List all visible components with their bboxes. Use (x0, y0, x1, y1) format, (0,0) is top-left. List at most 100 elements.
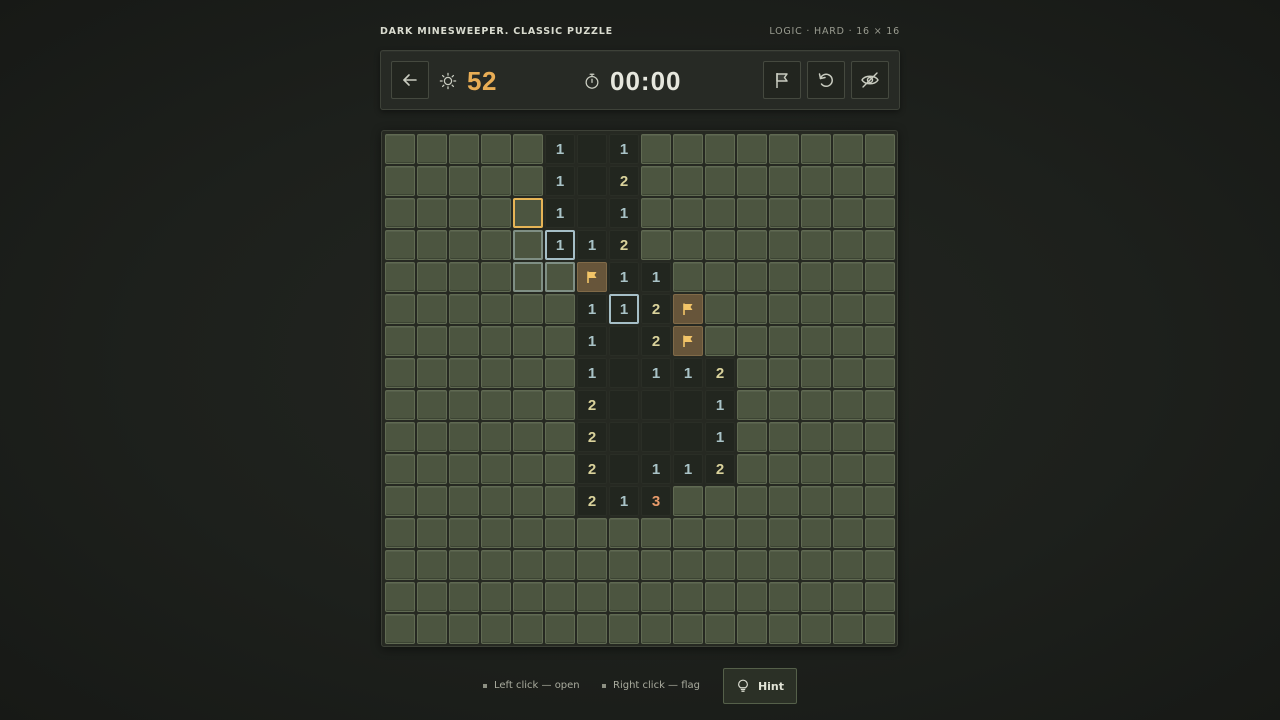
hidden-cell[interactable] (385, 230, 415, 260)
hidden-cell[interactable] (417, 262, 447, 292)
hidden-cell[interactable] (705, 262, 735, 292)
number-cell[interactable]: 1 (609, 198, 639, 228)
hidden-cell[interactable] (833, 454, 863, 484)
hidden-cell[interactable] (577, 582, 607, 612)
hidden-cell[interactable] (449, 262, 479, 292)
hidden-cell[interactable] (481, 198, 511, 228)
hidden-cell[interactable] (705, 294, 735, 324)
hidden-cell[interactable] (417, 614, 447, 644)
hidden-cell[interactable] (385, 454, 415, 484)
toggle-visibility-button[interactable] (851, 61, 889, 99)
empty-cell[interactable] (609, 326, 639, 356)
hidden-cell[interactable] (417, 134, 447, 164)
hidden-cell[interactable] (833, 582, 863, 612)
number-cell[interactable]: 2 (577, 454, 607, 484)
hint-button[interactable]: Hint (723, 668, 797, 704)
hidden-cell[interactable] (513, 198, 543, 228)
number-cell[interactable]: 1 (609, 134, 639, 164)
hidden-cell[interactable] (449, 134, 479, 164)
hidden-cell[interactable] (705, 166, 735, 196)
hidden-cell[interactable] (737, 198, 767, 228)
hidden-cell[interactable] (769, 390, 799, 420)
hidden-cell[interactable] (641, 166, 671, 196)
hidden-cell[interactable] (641, 518, 671, 548)
empty-cell[interactable] (609, 358, 639, 388)
hidden-cell[interactable] (449, 390, 479, 420)
number-cell[interactable]: 1 (609, 294, 639, 324)
number-cell[interactable]: 1 (577, 358, 607, 388)
hidden-cell[interactable] (769, 230, 799, 260)
flagged-cell[interactable] (673, 326, 703, 356)
hidden-cell[interactable] (865, 294, 895, 324)
hidden-cell[interactable] (385, 166, 415, 196)
hidden-cell[interactable] (609, 518, 639, 548)
hidden-cell[interactable] (769, 326, 799, 356)
flagged-cell[interactable] (577, 262, 607, 292)
hidden-cell[interactable] (673, 614, 703, 644)
hidden-cell[interactable] (705, 518, 735, 548)
hidden-cell[interactable] (417, 358, 447, 388)
hidden-cell[interactable] (705, 326, 735, 356)
hidden-cell[interactable] (609, 614, 639, 644)
hidden-cell[interactable] (801, 262, 831, 292)
hidden-cell[interactable] (449, 326, 479, 356)
hidden-cell[interactable] (769, 486, 799, 516)
empty-cell[interactable] (673, 422, 703, 452)
hidden-cell[interactable] (449, 422, 479, 452)
hidden-cell[interactable] (737, 582, 767, 612)
hidden-cell[interactable] (833, 262, 863, 292)
flagged-cell[interactable] (673, 294, 703, 324)
hidden-cell[interactable] (481, 518, 511, 548)
hidden-cell[interactable] (449, 358, 479, 388)
hidden-cell[interactable] (449, 166, 479, 196)
hidden-cell[interactable] (545, 422, 575, 452)
number-cell[interactable]: 1 (545, 198, 575, 228)
hidden-cell[interactable] (385, 198, 415, 228)
hidden-cell[interactable] (833, 358, 863, 388)
hidden-cell[interactable] (609, 582, 639, 612)
hidden-cell[interactable] (385, 422, 415, 452)
hidden-cell[interactable] (737, 326, 767, 356)
hidden-cell[interactable] (417, 294, 447, 324)
hidden-cell[interactable] (673, 198, 703, 228)
hidden-cell[interactable] (833, 390, 863, 420)
hidden-cell[interactable] (673, 134, 703, 164)
hidden-cell[interactable] (577, 550, 607, 580)
hidden-cell[interactable] (865, 486, 895, 516)
number-cell[interactable]: 1 (577, 326, 607, 356)
number-cell[interactable]: 2 (577, 390, 607, 420)
hidden-cell[interactable] (865, 198, 895, 228)
back-button[interactable] (391, 61, 429, 99)
number-cell[interactable]: 2 (577, 422, 607, 452)
hidden-cell[interactable] (769, 294, 799, 324)
hidden-cell[interactable] (833, 134, 863, 164)
hidden-cell[interactable] (801, 518, 831, 548)
hidden-cell[interactable] (865, 262, 895, 292)
hidden-cell[interactable] (481, 326, 511, 356)
hidden-cell[interactable] (513, 454, 543, 484)
hidden-cell[interactable] (481, 422, 511, 452)
hidden-cell[interactable] (801, 326, 831, 356)
number-cell[interactable]: 1 (609, 486, 639, 516)
hidden-cell[interactable] (865, 326, 895, 356)
hidden-cell[interactable] (641, 134, 671, 164)
number-cell[interactable]: 1 (705, 390, 735, 420)
number-cell[interactable]: 2 (705, 358, 735, 388)
hidden-cell[interactable] (385, 582, 415, 612)
hidden-cell[interactable] (865, 390, 895, 420)
hidden-cell[interactable] (449, 198, 479, 228)
hidden-cell[interactable] (801, 166, 831, 196)
number-cell[interactable]: 1 (673, 454, 703, 484)
hidden-cell[interactable] (481, 294, 511, 324)
hidden-cell[interactable] (481, 614, 511, 644)
number-cell[interactable]: 2 (609, 230, 639, 260)
hidden-cell[interactable] (737, 358, 767, 388)
hidden-cell[interactable] (865, 614, 895, 644)
hidden-cell[interactable] (673, 230, 703, 260)
hidden-cell[interactable] (449, 230, 479, 260)
hidden-cell[interactable] (609, 550, 639, 580)
hidden-cell[interactable] (737, 518, 767, 548)
hidden-cell[interactable] (865, 550, 895, 580)
hidden-cell[interactable] (545, 486, 575, 516)
hidden-cell[interactable] (385, 486, 415, 516)
